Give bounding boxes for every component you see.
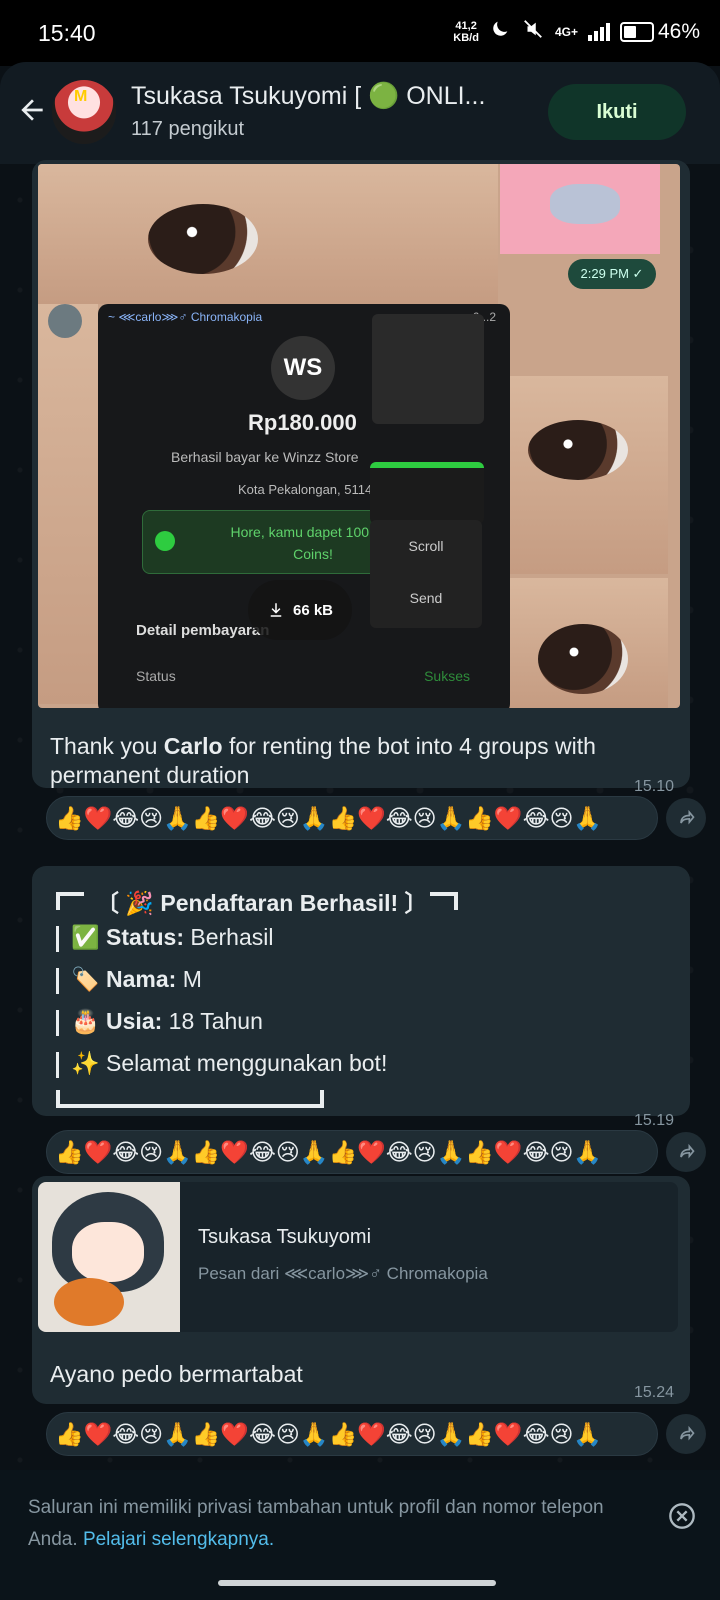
channel-title[interactable]: Tsukasa Tsukuyomi [ 🟢 ONLI... xyxy=(131,82,485,111)
mini-screenshot xyxy=(372,314,484,424)
net-speed: 41,2 KB/d xyxy=(453,19,479,44)
reactions-bar-1[interactable]: 👍❤️😂😢🙏👍❤️😂😢🙏👍❤️😂😢🙏👍❤️😂😢🙏 xyxy=(46,796,658,840)
message-time-1: 15.10 xyxy=(633,778,674,795)
check-circle-icon xyxy=(155,531,175,551)
close-icon xyxy=(669,1503,695,1529)
download-icon xyxy=(270,603,282,617)
share-icon xyxy=(680,809,695,825)
photo-tile xyxy=(38,164,498,304)
back-button[interactable] xyxy=(12,90,52,130)
moon-icon xyxy=(489,18,511,45)
battery-percent: 46% xyxy=(657,19,700,43)
forwarded-card[interactable]: Tsukasa Tsukuyomi Pesan dari ⋘carlo⋙♂ Ch… xyxy=(38,1182,678,1332)
status-time: 15:40 xyxy=(38,20,96,46)
message-text-1: Thank you Carlo for renting the bot into… xyxy=(50,733,596,788)
forwarded-thumbnail xyxy=(38,1182,180,1332)
receipt-screenshot: ~ ⋘carlo⋙♂ Chromakopia +6...2 WS Rp180.0… xyxy=(98,304,510,708)
forwarded-name: Tsukasa Tsukuyomi xyxy=(198,1226,372,1248)
forward-button-2[interactable] xyxy=(666,1132,706,1172)
card-row-status: ✅ Status: Berhasil xyxy=(56,924,273,952)
forward-button-3[interactable] xyxy=(666,1414,706,1454)
card-row-age: 🎂 Usia: 18 Tahun xyxy=(56,1008,263,1036)
channel-avatar[interactable] xyxy=(52,80,116,144)
card-title: 〔 🎉 Pendaftaran Berhasil! 〕 xyxy=(96,890,428,916)
battery-icon xyxy=(619,21,654,42)
forward-button-1[interactable] xyxy=(666,798,706,838)
mute-icon xyxy=(521,18,545,45)
arrow-left-icon xyxy=(21,99,43,121)
payment-amount: Rp180.000 xyxy=(248,410,357,435)
message-time-2: 15.19 xyxy=(633,1112,674,1129)
signal-icon xyxy=(587,22,610,41)
download-button[interactable]: 66 kB xyxy=(248,580,352,640)
card-row-name: 🏷️ Nama: M xyxy=(56,966,202,994)
network-type: 4G+ xyxy=(554,24,578,39)
sender-avatar xyxy=(48,304,82,338)
mini-screenshot-2 xyxy=(370,462,484,524)
follow-button[interactable]: Ikuti xyxy=(548,84,686,140)
learn-more-link[interactable]: Pelajari selengkapnya. xyxy=(83,1529,274,1550)
download-size: 66 kB xyxy=(292,601,334,619)
battery-fill xyxy=(623,25,636,38)
context-menu: Scroll Send xyxy=(370,520,482,628)
close-notice-button[interactable] xyxy=(668,1502,696,1530)
card-row-greeting: ✨ Selamat menggunakan bot! xyxy=(56,1050,387,1078)
status-icons: 41,2 KB/d 4G+ 46% xyxy=(453,18,700,45)
reactions-bar-2[interactable]: 👍❤️😂😢🙏👍❤️😂😢🙏👍❤️😂😢🙏👍❤️😂😢🙏 xyxy=(46,1130,658,1174)
forwarded-source: Pesan dari ⋘carlo⋙♂ Chromakopia xyxy=(198,1264,488,1283)
home-indicator[interactable] xyxy=(218,1580,496,1586)
message-text-3: Ayano pedo bermartabat xyxy=(50,1361,303,1387)
follower-count: 117 pengikut xyxy=(131,118,245,140)
message-time-3: 15.24 xyxy=(633,1384,674,1401)
reactions-bar-3[interactable]: 👍❤️😂😢🙏👍❤️😂😢🙏👍❤️😂😢🙏👍❤️😂😢🙏 xyxy=(46,1412,658,1456)
channel-header: Tsukasa Tsukuyomi [ 🟢 ONLI... 117 pengik… xyxy=(0,62,720,164)
photo-tile-anime xyxy=(500,164,660,254)
share-icon xyxy=(680,1143,695,1159)
store-logo: WS xyxy=(271,336,335,400)
battery-indicator: 46% xyxy=(619,19,700,44)
status-bar: 15:40 41,2 KB/d 4G+ 46% xyxy=(0,0,720,66)
mini-timestamp: 2:29 PM ✓ xyxy=(568,259,656,289)
share-icon xyxy=(680,1425,695,1441)
message-image[interactable]: 2:29 PM ✓ ~ ⋘carlo⋙♂ Chromakopia +6...2 … xyxy=(38,164,680,708)
